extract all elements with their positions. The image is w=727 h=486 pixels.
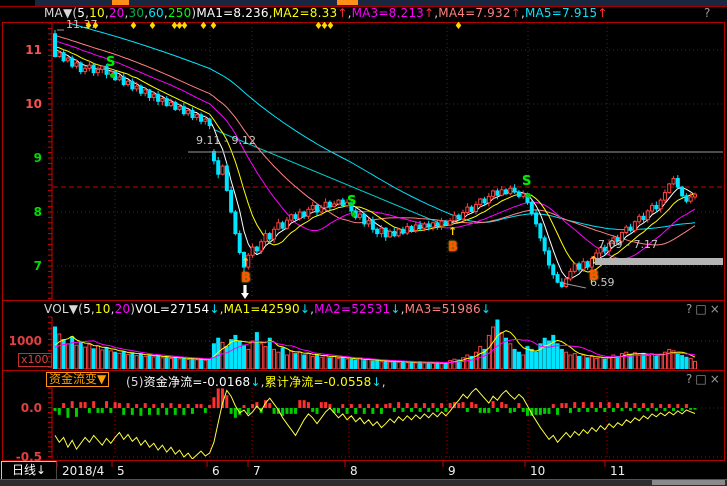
time-axis-month-label: 2018/4 — [62, 464, 104, 478]
price-annotation: 7.09 - 7.17 — [598, 238, 658, 251]
time-axis-month-label: 11 — [610, 464, 625, 478]
buy-signal-marker: B — [448, 241, 458, 254]
event-diamond-icon: ♦ — [454, 20, 463, 33]
time-axis-month-label: 8 — [350, 464, 358, 478]
stock-app-window: MA▼ (5,10,20,30,60,250) MA1=8.236,MA2=8.… — [0, 0, 727, 486]
event-diamond-icon: ♦ — [209, 20, 218, 33]
flow-series — [54, 388, 697, 459]
event-diamond-icon: ♦ — [91, 20, 100, 33]
time-axis-month-label: 7 — [253, 464, 261, 478]
volume-series — [54, 320, 697, 369]
sell-signal-marker: S — [522, 175, 531, 188]
volume-axis-label: 1000 — [2, 334, 42, 348]
buy-arrow-icon: ↑ — [241, 256, 250, 269]
buy-arrow-icon: ↑ — [589, 254, 598, 267]
time-axis-month-label: 10 — [530, 464, 545, 478]
flow-axis-label: -0.5 — [2, 450, 42, 464]
price-annotation: 9.11 - 9.12 — [196, 134, 256, 147]
time-axis-month-label: 6 — [212, 464, 220, 478]
sell-signal-dot-icon — [110, 73, 115, 78]
event-diamond-icon: ♦ — [326, 20, 335, 33]
event-diamond-icon: ♦ — [129, 20, 138, 33]
buy-arrow-icon: ↑ — [448, 225, 457, 238]
price-axis-label: 9 — [2, 151, 42, 165]
axis-ticks — [48, 23, 605, 467]
sell-signal-dot-icon — [351, 212, 356, 217]
price-axis-label: 8 — [2, 205, 42, 219]
price-axis-label: 11 — [2, 43, 42, 57]
time-axis-month-label: 5 — [117, 464, 125, 478]
price-axis-label: 7 — [2, 259, 42, 273]
buy-signal-marker: B — [241, 272, 251, 285]
buy-signal-marker: B — [589, 270, 599, 283]
sell-signal-marker: S — [106, 56, 115, 69]
price-axis-label: 10 — [2, 97, 42, 111]
event-diamond-icon: ♦ — [199, 20, 208, 33]
sell-signal-marker: S — [347, 195, 356, 208]
event-diamond-icon: ♦ — [148, 20, 157, 33]
event-diamond-icon: ♦ — [180, 20, 189, 33]
sell-signal-dot-icon — [526, 193, 531, 198]
time-axis-month-label: 9 — [448, 464, 456, 478]
flow-axis-label: 0.0 — [2, 401, 42, 415]
